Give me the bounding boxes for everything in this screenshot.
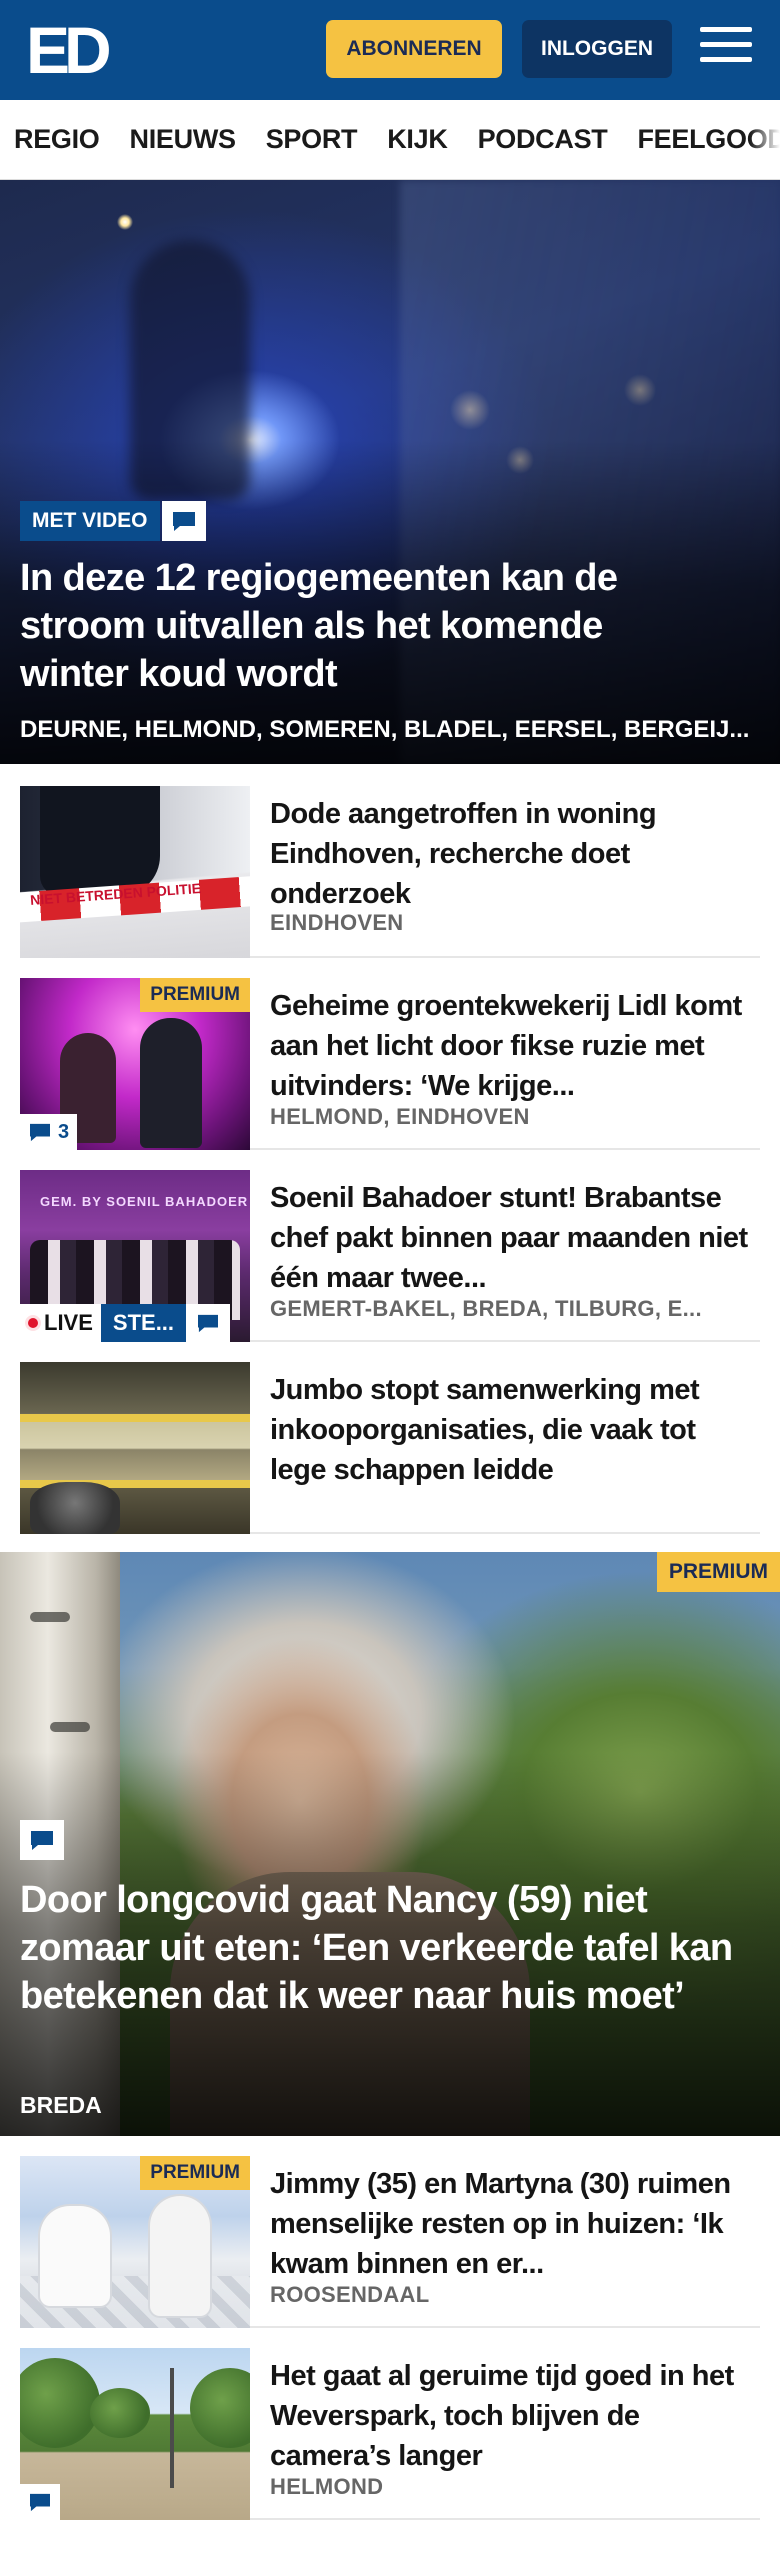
premium-badge: PREMIUM — [140, 978, 250, 1012]
article-title[interactable]: Soenil Bahadoer stunt! Brabantse chef pa… — [270, 1178, 750, 1298]
nav-item-sport[interactable]: SPORT — [266, 124, 358, 155]
live-indicator[interactable]: LIVE STE... — [20, 1304, 231, 1342]
nav-item-kijk[interactable]: KIJK — [387, 124, 448, 155]
hero-locations: DEURNE, HELMOND, SOMEREN, BLADEL, EERSEL… — [20, 716, 750, 743]
premium-badge: PREMIUM — [656, 1552, 780, 1592]
article-thumbnail[interactable]: GEM. BY SOENIL BAHADOER LIVE STE... — [20, 1170, 250, 1342]
section-nav: REGIO NIEUWS SPORT KIJK PODCAST FEELGOOD — [0, 100, 780, 180]
nav-item-regio[interactable]: REGIO — [14, 124, 100, 155]
comment-count[interactable]: 3 — [20, 1114, 78, 1150]
article-location: GEMERT-BAKEL, BREDA, TILBURG, E... — [270, 1296, 702, 1321]
featured-title[interactable]: Door longcovid gaat Nancy (59) niet zoma… — [20, 1876, 760, 2020]
featured-location: BREDA — [20, 2092, 102, 2118]
comment-icon[interactable] — [186, 1304, 231, 1342]
article-thumbnail[interactable] — [20, 1362, 250, 1534]
live-tag: STE... — [100, 1304, 187, 1342]
article-thumbnail[interactable]: PREMIUM — [20, 2156, 250, 2328]
article-location: EINDHOVEN — [270, 910, 404, 935]
hero-title[interactable]: In deze 12 regiogemeenten kan de stroom … — [20, 554, 720, 698]
comment-icon[interactable] — [20, 2484, 60, 2520]
comment-count-value: 3 — [58, 1120, 70, 1143]
subscribe-button[interactable]: ABONNEREN — [326, 20, 502, 78]
site-header: ED ABONNEREN INLOGGEN — [0, 0, 780, 100]
login-button[interactable]: INLOGGEN — [522, 20, 672, 78]
list-item[interactable]: PREMIUM 3 Geheime groentekwekerij Lidl k… — [20, 978, 760, 1150]
list-item[interactable]: Het gaat al geruime tijd goed in het Wev… — [20, 2348, 760, 2520]
comment-icon — [30, 1123, 50, 1142]
list-item[interactable]: NIET BETREDEN POLITIE Dode aangetroffen … — [20, 786, 760, 958]
featured-article[interactable]: PREMIUM — [0, 1552, 780, 2136]
premium-badge: PREMIUM — [140, 2156, 250, 2190]
article-title[interactable]: Jumbo stopt samenwerking met inkooporgan… — [270, 1370, 750, 1490]
list-item[interactable]: PREMIUM Jimmy (35) en Martyna (30) ruime… — [20, 2156, 760, 2328]
hamburger-menu-icon[interactable] — [700, 27, 752, 71]
thumbnail-stage-text: GEM. BY SOENIL BAHADOER — [40, 1194, 249, 1209]
article-thumbnail[interactable] — [20, 2348, 250, 2520]
list-item[interactable]: Jumbo stopt samenwerking met inkooporgan… — [20, 1362, 760, 1534]
article-thumbnail[interactable]: NIET BETREDEN POLITIE — [20, 786, 250, 958]
live-dot-icon — [28, 1318, 38, 1328]
article-location: HELMOND — [270, 2474, 384, 2499]
nav-item-nieuws[interactable]: NIEUWS — [130, 124, 237, 155]
article-thumbnail[interactable]: PREMIUM 3 — [20, 978, 250, 1150]
article-title[interactable]: Jimmy (35) en Martyna (30) ruimen mensel… — [270, 2164, 750, 2284]
live-label: LIVE — [44, 1310, 93, 1335]
nav-scroll-fade — [750, 100, 780, 178]
list-item[interactable]: GEM. BY SOENIL BAHADOER LIVE STE... Soen… — [20, 1170, 760, 1342]
article-title[interactable]: Geheime groentekwekerij Lidl komt aan he… — [270, 986, 750, 1106]
article-title[interactable]: Het gaat al geruime tijd goed in het Wev… — [270, 2356, 750, 2476]
article-location: ROOSENDAAL — [270, 2282, 430, 2307]
video-badge: MET VIDEO — [20, 501, 160, 541]
site-logo[interactable]: ED — [26, 17, 112, 83]
article-title[interactable]: Dode aangetroffen in woning Eindhoven, r… — [270, 794, 750, 914]
comment-icon[interactable] — [20, 1820, 64, 1860]
hero-article[interactable]: MET VIDEO In deze 12 regiogemeenten kan … — [0, 180, 780, 764]
comment-icon[interactable] — [162, 501, 206, 541]
article-location: HELMOND, EINDHOVEN — [270, 1104, 530, 1129]
nav-item-podcast[interactable]: PODCAST — [478, 124, 608, 155]
